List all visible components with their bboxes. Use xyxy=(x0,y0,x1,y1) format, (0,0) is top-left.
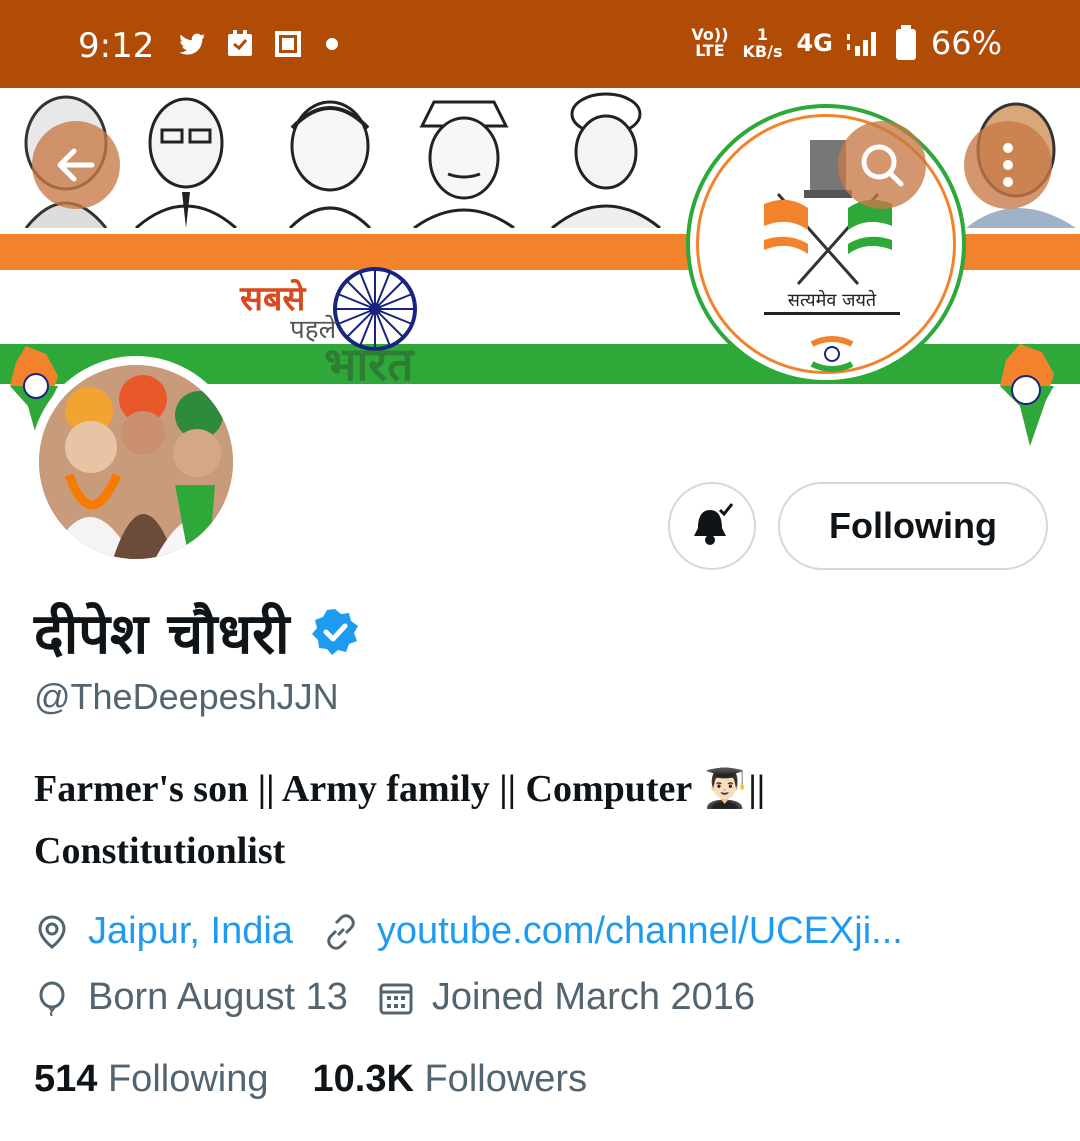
following-count: 514 xyxy=(34,1058,98,1100)
location-text[interactable]: Jaipur, India xyxy=(88,910,293,953)
birthday-text: Born August 13 xyxy=(88,976,348,1018)
network-speed: 1 KB/s xyxy=(742,25,783,61)
back-arrow-icon xyxy=(57,148,95,182)
notification-icons xyxy=(176,28,338,60)
banner-portrait-2 xyxy=(135,97,237,228)
website-link[interactable]: youtube.com/channel/UCEXji... xyxy=(377,910,903,953)
status-bar: 9:12 Vo)) LTE 1 KB/s 4G 66% xyxy=(0,0,1080,88)
link-icon xyxy=(327,913,355,950)
verified-badge-icon xyxy=(311,609,358,655)
signal-icon xyxy=(846,32,876,56)
display-name-text: दीपेश चौधरी xyxy=(34,602,290,667)
following-button[interactable]: Following xyxy=(778,482,1048,570)
avatar-photo xyxy=(39,365,233,559)
following-count-link[interactable]: 514 Following xyxy=(34,1058,269,1101)
emblem-motto: सत्यमेव जयते xyxy=(764,288,900,315)
following-label: Following xyxy=(107,1058,269,1100)
system-status: Vo)) LTE 1 KB/s 4G 66% xyxy=(691,24,1002,62)
handshake-emblem-icon xyxy=(810,336,854,372)
battery-icon xyxy=(895,25,916,60)
bio-line-2: Constitutionlist xyxy=(34,830,286,872)
more-notifications-dot xyxy=(326,38,338,50)
banner-slogan: सबसे पहले भारत xyxy=(240,264,490,414)
app-notification-icon xyxy=(228,30,252,56)
profile-meta-row-1: Jaipur, India youtube.com/channel/UCEXji… xyxy=(34,910,903,953)
bell-check-icon xyxy=(694,503,734,545)
battery-percent: 66% xyxy=(930,24,1002,62)
more-vertical-icon xyxy=(1003,143,1013,187)
notifications-toggle-button[interactable] xyxy=(668,482,756,570)
back-button[interactable] xyxy=(32,121,120,209)
followers-count: 10.3K xyxy=(312,1058,414,1100)
balloon-icon xyxy=(39,981,65,1016)
news-app-icon xyxy=(275,31,301,57)
display-name: दीपेश चौधरी xyxy=(34,594,360,670)
search-button[interactable] xyxy=(838,121,926,209)
status-time: 9:12 xyxy=(78,26,155,66)
calendar-icon xyxy=(379,983,413,1014)
more-options-button[interactable] xyxy=(964,121,1052,209)
banner-portrait-5 xyxy=(551,92,661,228)
volte-indicator: Vo)) LTE xyxy=(691,25,729,60)
followers-count-link[interactable]: 10.3K Followers xyxy=(313,1058,588,1101)
joined-text: Joined March 2016 xyxy=(431,976,756,1018)
search-icon xyxy=(861,144,904,187)
banner-portrait-3 xyxy=(288,100,372,228)
network-type: 4G xyxy=(796,29,833,57)
avatar-image xyxy=(39,365,233,559)
profile-meta-row-2: Born August 13 Joined March 2016 xyxy=(34,976,755,1019)
follow-stats: 514 Following 10.3K Followers xyxy=(34,1058,587,1101)
followers-label: Followers xyxy=(424,1058,588,1100)
location-pin-icon xyxy=(38,914,66,949)
slogan-line-3: भारत xyxy=(324,337,414,391)
user-handle: @TheDeepeshJJN xyxy=(34,676,339,717)
india-map-icon xyxy=(1000,344,1054,446)
bio-line-1: Farmer's son || Army family || Computer … xyxy=(34,768,766,810)
profile-bio: Farmer's son || Army family || Computer … xyxy=(34,758,1044,882)
twitter-bird-icon xyxy=(179,33,205,55)
banner-portrait-4 xyxy=(413,100,515,228)
profile-avatar[interactable] xyxy=(30,356,242,568)
